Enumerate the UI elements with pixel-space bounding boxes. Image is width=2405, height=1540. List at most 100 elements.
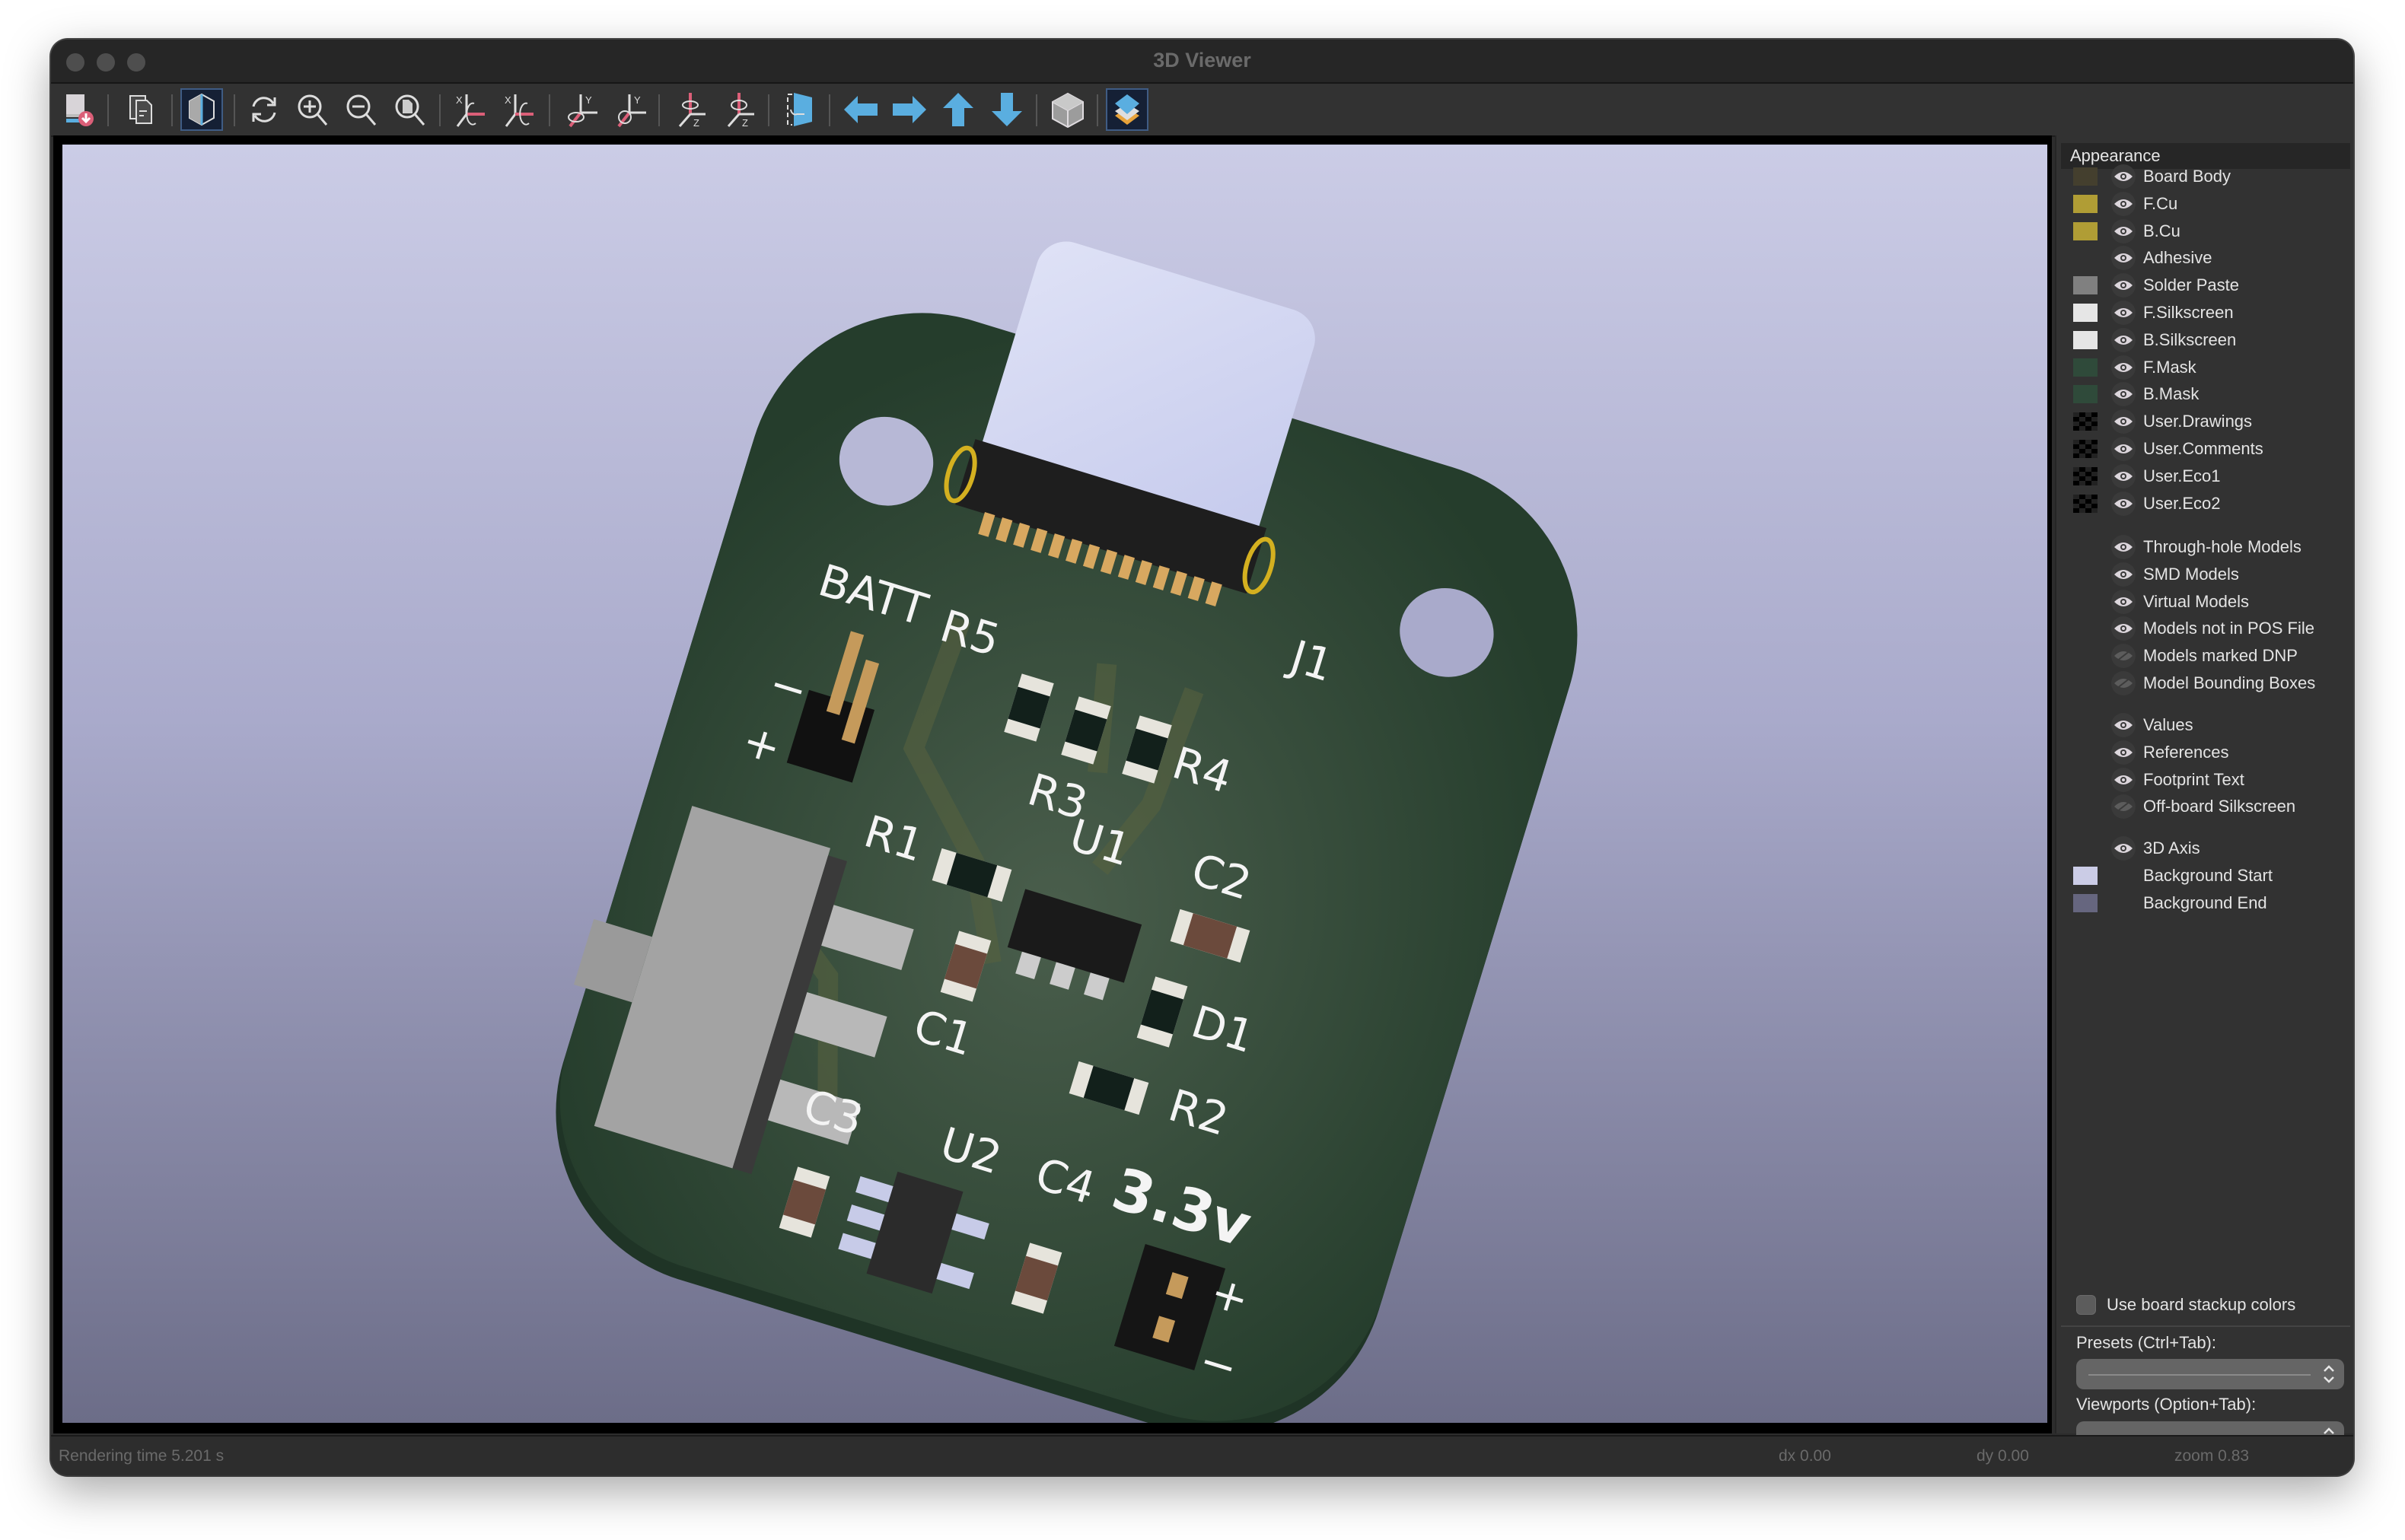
appearance-row-virtual-models[interactable]: Virtual Models — [2069, 588, 2350, 616]
color-swatch[interactable] — [2073, 330, 2098, 349]
eye-hidden-icon[interactable] — [2111, 794, 2136, 819]
rotate-y-cw-button[interactable]: Y — [559, 88, 602, 131]
color-swatch[interactable] — [2073, 466, 2098, 485]
appearance-row-footprint-text[interactable]: Footprint Text — [2069, 766, 2350, 794]
eye-icon[interactable] — [2111, 562, 2136, 587]
copy-icon — [129, 95, 152, 124]
color-swatch[interactable] — [2073, 412, 2098, 431]
eye-hidden-icon[interactable] — [2111, 644, 2136, 669]
eye-icon[interactable] — [2111, 437, 2136, 461]
appearance-row-models-not-in-pos-file[interactable]: Models not in POS File — [2069, 615, 2350, 642]
eye-icon[interactable] — [2111, 409, 2136, 434]
eye-icon[interactable] — [2111, 301, 2136, 325]
eye-icon[interactable] — [2111, 164, 2136, 189]
eye-icon[interactable] — [2111, 836, 2136, 861]
zoom-fit-button[interactable] — [389, 88, 432, 131]
pan-up-button[interactable] — [937, 88, 980, 131]
eye-icon[interactable] — [2111, 491, 2136, 516]
appearance-row-b-cu[interactable]: B.Cu — [2069, 218, 2350, 245]
export-image-button[interactable] — [57, 88, 100, 131]
zoom-in-button[interactable] — [291, 88, 334, 131]
appearance-row-model-bounding-boxes[interactable]: Model Bounding Boxes — [2069, 670, 2350, 697]
copy-to-clipboard-button[interactable] — [121, 88, 164, 131]
eye-icon[interactable] — [2111, 589, 2136, 614]
appearance-row-through-hole-models[interactable]: Through-hole Models — [2069, 533, 2350, 561]
eye-icon[interactable] — [2111, 191, 2136, 216]
appearance-row-f-mask[interactable]: F.Mask — [2069, 354, 2350, 381]
color-swatch[interactable] — [2073, 866, 2098, 885]
color-swatch[interactable] — [2073, 167, 2098, 186]
appearance-row-off-board-silkscreen[interactable]: Off-board Silkscreen — [2069, 793, 2350, 820]
appearance-row-smd-models[interactable]: SMD Models — [2069, 561, 2350, 588]
color-swatch[interactable] — [2073, 385, 2098, 404]
appearance-row-b-silkscreen[interactable]: B.Silkscreen — [2069, 326, 2350, 354]
eye-icon[interactable] — [2111, 616, 2136, 641]
layers-manager-button[interactable] — [1106, 88, 1148, 131]
appearance-row-user-eco2[interactable]: User.Eco2 — [2069, 490, 2350, 517]
appearance-row-b-mask[interactable]: B.Mask — [2069, 380, 2350, 408]
appearance-row-values[interactable]: Values — [2069, 711, 2350, 739]
eye-icon[interactable] — [2111, 740, 2136, 765]
appearance-row-f-cu[interactable]: F.Cu — [2069, 190, 2350, 218]
eye-icon[interactable] — [2111, 246, 2136, 271]
eye-icon[interactable] — [2111, 535, 2136, 559]
eye-icon[interactable] — [2111, 218, 2136, 243]
appearance-row-board-body[interactable]: Board Body — [2069, 163, 2350, 190]
appearance-row-3d-axis[interactable]: 3D Axis — [2069, 835, 2350, 862]
color-swatch[interactable] — [2073, 221, 2098, 240]
rotate-x-cw-icon: X — [456, 94, 485, 127]
arrow-down-icon — [992, 93, 1022, 126]
color-swatch[interactable] — [2073, 276, 2098, 295]
raytrace-cube-icon — [189, 93, 215, 126]
appearance-row-user-comments[interactable]: User.Comments — [2069, 435, 2350, 463]
appearance-row-label: User.Eco2 — [2143, 493, 2221, 513]
eye-icon[interactable] — [2111, 273, 2136, 298]
flip-board-button[interactable] — [779, 88, 821, 131]
window-title: 3D Viewer — [1153, 49, 1251, 72]
appearance-row-models-marked-dnp[interactable]: Models marked DNP — [2069, 642, 2350, 670]
appearance-row-background-end[interactable]: Background End — [2069, 889, 2350, 917]
eye-icon[interactable] — [2111, 767, 2136, 792]
color-swatch[interactable] — [2073, 893, 2098, 912]
eye-hidden-icon[interactable] — [2111, 671, 2136, 695]
pan-left-button[interactable] — [839, 88, 882, 131]
color-swatch[interactable] — [2073, 358, 2098, 377]
eye-icon[interactable] — [2111, 327, 2136, 352]
use-stackup-colors-checkbox[interactable] — [2076, 1295, 2096, 1315]
rotate-y-ccw-button[interactable]: Y — [608, 88, 651, 131]
appearance-row-solder-paste[interactable]: Solder Paste — [2069, 272, 2350, 299]
appearance-row-user-eco1[interactable]: User.Eco1 — [2069, 463, 2350, 490]
pan-down-button[interactable] — [986, 88, 1028, 131]
ortho-toggle-button[interactable] — [1046, 88, 1089, 131]
appearance-row-user-drawings[interactable]: User.Drawings — [2069, 408, 2350, 435]
rotate-x-ccw-button[interactable]: X — [499, 88, 541, 131]
appearance-panel: Appearance Board Body F.Cu B.Cu Adhesive Sol… — [2055, 135, 2353, 1450]
status-dx: dx 0.00 — [1779, 1447, 1831, 1465]
use-stackup-colors-checkbox-row[interactable]: Use board stackup colors — [2069, 1290, 2350, 1318]
eye-icon[interactable] — [2111, 382, 2136, 407]
color-swatch[interactable] — [2073, 194, 2098, 213]
rotate-z-ccw-button[interactable]: Z — [718, 88, 760, 131]
appearance-row-references[interactable]: References — [2069, 739, 2350, 766]
presets-select[interactable] — [2076, 1359, 2344, 1389]
color-swatch[interactable] — [2073, 494, 2098, 513]
toolbar-separator — [1097, 94, 1098, 126]
eye-icon[interactable] — [2111, 355, 2136, 380]
reload-button[interactable] — [243, 88, 285, 131]
appearance-row-adhesive[interactable]: Adhesive — [2069, 244, 2350, 272]
3d-viewport[interactable]: BATT R5 R4 R3 R1 U1 C2 C1 D1 R2 C3 U2 C4… — [62, 145, 2047, 1423]
svg-text:Z: Z — [742, 117, 748, 128]
rotate-z-cw-button[interactable]: Z — [669, 88, 712, 131]
eye-icon[interactable] — [2111, 713, 2136, 737]
color-swatch[interactable] — [2073, 304, 2098, 322]
pan-right-button[interactable] — [888, 88, 931, 131]
appearance-row-f-silkscreen[interactable]: F.Silkscreen — [2069, 299, 2350, 326]
appearance-row-background-start[interactable]: Background Start — [2069, 862, 2350, 889]
raytracing-button[interactable] — [180, 88, 223, 131]
rotate-x-cw-button[interactable]: X — [450, 88, 492, 131]
eye-icon[interactable] — [2111, 463, 2136, 488]
color-swatch[interactable] — [2073, 440, 2098, 458]
zoom-out-button[interactable] — [340, 88, 383, 131]
flip-board-icon — [787, 93, 812, 126]
viewport-frame: BATT R5 R4 R3 R1 U1 C2 C1 D1 R2 C3 U2 C4… — [53, 135, 2052, 1433]
